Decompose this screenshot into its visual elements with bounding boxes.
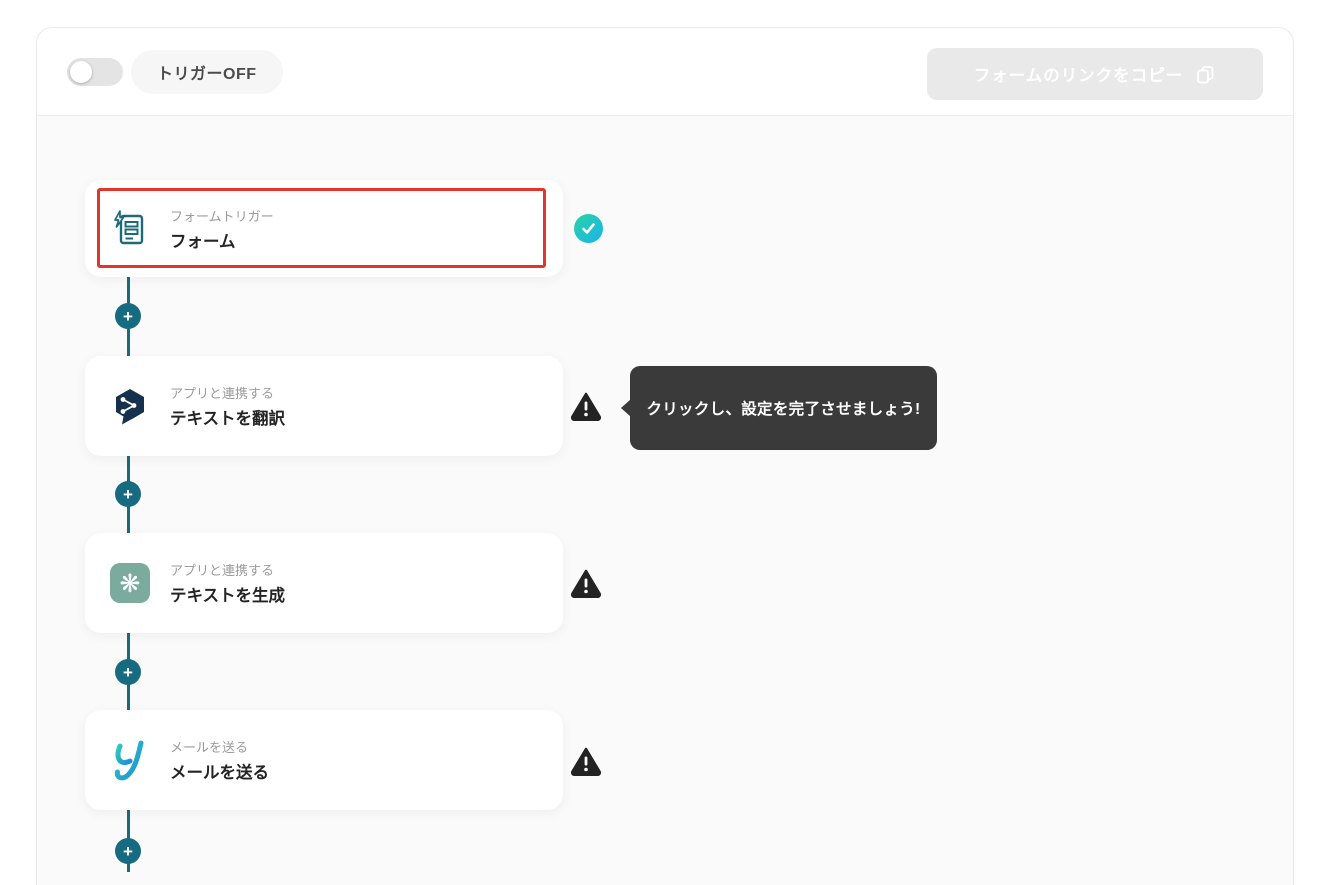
node-category: アプリと連携する <box>170 386 275 401</box>
copy-form-link-button[interactable]: フォームのリンクをコピー <box>927 48 1263 100</box>
node-texts: フォームトリガー フォーム <box>170 206 274 252</box>
add-step-button-1[interactable]: + <box>115 303 141 329</box>
warning-icon <box>570 746 602 777</box>
canvas-header: トリガーOFF フォームのリンクをコピー <box>37 28 1293 116</box>
flow-node-form-trigger[interactable]: フォームトリガー フォーム <box>85 180 563 277</box>
node-title: テキストを生成 <box>170 587 286 605</box>
trigger-toggle[interactable] <box>67 57 123 86</box>
flow-node-generate-text[interactable]: ❋ アプリと連携する テキストを生成 <box>85 533 563 633</box>
node-title: メールを送る <box>170 764 269 782</box>
setup-hint-tooltip: クリックし、設定を完了させましょう! <box>621 366 937 450</box>
add-step-button-4[interactable]: + <box>115 838 141 864</box>
node-category: メールを送る <box>170 740 249 755</box>
tooltip-arrow-left <box>621 399 631 417</box>
deepl-icon <box>108 384 152 428</box>
toggle-knob <box>70 60 92 83</box>
form-trigger-icon <box>108 207 152 251</box>
warning-icon <box>570 391 602 422</box>
copy-form-link-label: フォームのリンクをコピー <box>973 67 1184 85</box>
node-texts: アプリと連携する テキストを生成 <box>170 560 285 606</box>
node-title: フォーム <box>170 232 236 251</box>
node-title: テキストを翻訳 <box>170 410 286 428</box>
tooltip-text: クリックし、設定を完了させましょう! <box>646 401 921 418</box>
yoom-mail-icon <box>108 738 152 782</box>
openai-icon: ❋ <box>108 561 152 605</box>
warning-icon <box>570 568 602 599</box>
node-texts: アプリと連携する テキストを翻訳 <box>170 383 285 429</box>
node-category: フォームトリガー <box>170 208 274 224</box>
node-category: アプリと連携する <box>170 563 275 578</box>
node-texts: メールを送る メールを送る <box>170 737 269 783</box>
trigger-status-pill: トリガーOFF <box>131 49 283 94</box>
openai-logo: ❋ <box>110 563 150 603</box>
flow-node-send-mail[interactable]: メールを送る メールを送る <box>85 710 563 810</box>
flow-node-translate-text[interactable]: アプリと連携する テキストを翻訳 <box>85 356 563 456</box>
trigger-status-label: トリガーOFF <box>157 65 257 83</box>
add-step-button-2[interactable]: + <box>115 481 141 507</box>
selection-highlight-frame <box>97 188 546 268</box>
success-check-icon <box>574 214 603 243</box>
copy-icon <box>1195 64 1216 85</box>
add-step-button-3[interactable]: + <box>115 659 141 685</box>
